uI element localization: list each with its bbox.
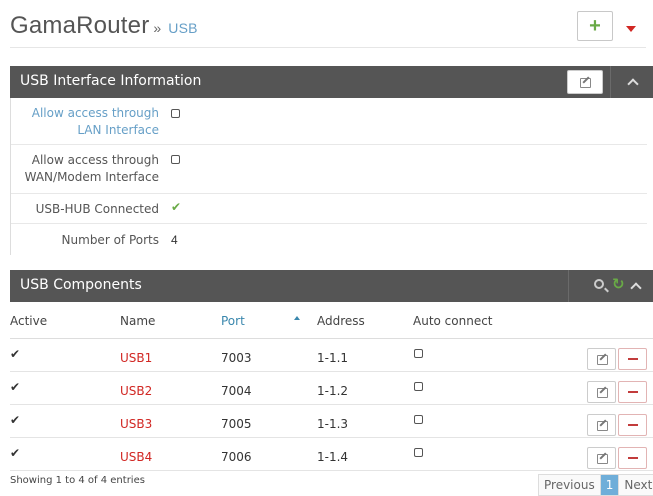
active-check-icon: ✔ (10, 380, 21, 394)
table-row: ✔ USB2 7004 1-1.2 (10, 372, 653, 405)
breadcrumb-separator: » (153, 20, 162, 36)
lan-access-checkbox[interactable] (171, 109, 180, 118)
column-header-port[interactable]: Port (221, 314, 245, 328)
column-header-name[interactable]: Name (120, 314, 155, 328)
plus-icon: + (589, 15, 601, 37)
wan-access-label-line2: WAN/Modem Interface (24, 170, 159, 184)
chevron-up-icon[interactable] (627, 78, 639, 90)
table-row: ✔ USB3 7005 1-1.3 (10, 405, 653, 438)
table-info: Showing 1 to 4 of 4 entries (10, 475, 145, 486)
active-check-icon: ✔ (10, 413, 21, 427)
table-row: ✔ USB1 7003 1-1.1 (10, 339, 653, 372)
edit-button[interactable] (587, 348, 616, 370)
info-panel-body: Allow access through LAN Interface Allow… (10, 98, 647, 255)
row-port: 7003 (221, 351, 252, 365)
app-title: GamaRouter (10, 12, 150, 39)
row-address: 1-1.4 (317, 450, 349, 464)
number-of-ports-value: 4 (171, 233, 178, 247)
search-icon[interactable] (594, 279, 604, 289)
info-panel-header: USB Interface Information (10, 66, 653, 98)
header-divider (568, 270, 569, 302)
row-address: 1-1.3 (317, 417, 349, 431)
row-name[interactable]: USB3 (120, 417, 152, 431)
minus-icon (627, 424, 638, 426)
sort-asc-icon (294, 316, 300, 320)
column-header-address[interactable]: Address (317, 314, 365, 328)
column-header-active[interactable]: Active (10, 314, 47, 328)
pencil-icon (596, 452, 608, 464)
info-row-ports: Number of Ports 4 (11, 224, 647, 255)
chevron-up-icon[interactable] (630, 282, 642, 294)
info-row-wan: Allow access through WAN/Modem Interface (11, 145, 647, 194)
pencil-icon (596, 386, 608, 398)
refresh-icon[interactable]: ↻ (612, 275, 625, 293)
wan-access-label: Allow access through WAN/Modem Interface (25, 152, 159, 186)
delete-button[interactable] (618, 348, 647, 370)
row-name[interactable]: USB4 (120, 450, 152, 464)
breadcrumb-usb: USB (168, 20, 198, 36)
caret-down-icon[interactable] (626, 26, 636, 32)
number-of-ports-label: Number of Ports (61, 233, 159, 247)
row-port: 7006 (221, 450, 252, 464)
row-name[interactable]: USB1 (120, 351, 152, 365)
edit-button[interactable] (587, 381, 616, 403)
row-port: 7004 (221, 384, 252, 398)
auto-connect-checkbox[interactable] (414, 448, 423, 457)
table-row: ✔ USB4 7006 1-1.4 (10, 438, 653, 471)
row-port: 7005 (221, 417, 252, 431)
header-divider (610, 66, 611, 98)
info-row-lan: Allow access through LAN Interface (11, 98, 647, 145)
delete-button[interactable] (618, 414, 647, 436)
usb-hub-label: USB-HUB Connected (35, 202, 159, 216)
page-header: GamaRouter» USB + (10, 6, 646, 48)
row-address: 1-1.1 (317, 351, 349, 365)
column-header-auto-connect[interactable]: Auto connect (413, 314, 493, 328)
usb-hub-check-icon: ✔ (171, 200, 182, 214)
pagination: Previous 1 Next (538, 474, 653, 496)
lan-access-label-line1: Allow access through (31, 106, 159, 120)
pencil-icon (579, 76, 591, 88)
add-button[interactable]: + (577, 11, 613, 41)
row-name[interactable]: USB2 (120, 384, 152, 398)
info-panel-title: USB Interface Information (20, 73, 202, 89)
pagination-previous[interactable]: Previous (539, 475, 601, 495)
page-title: GamaRouter» USB (10, 12, 198, 40)
minus-icon (627, 358, 638, 360)
lan-access-label-line2: LAN Interface (77, 123, 159, 137)
row-address: 1-1.2 (317, 384, 349, 398)
minus-icon (627, 457, 638, 459)
wan-access-checkbox[interactable] (171, 155, 180, 164)
lan-access-label: Allow access through LAN Interface (32, 105, 159, 139)
active-check-icon: ✔ (10, 446, 21, 460)
wan-access-label-line1: Allow access through (31, 153, 159, 167)
pagination-next[interactable]: Next (619, 475, 653, 495)
auto-connect-checkbox[interactable] (414, 415, 423, 424)
pencil-icon (596, 353, 608, 365)
edit-button[interactable] (567, 70, 603, 94)
components-panel-header: USB Components ↻ (10, 270, 653, 302)
auto-connect-checkbox[interactable] (414, 349, 423, 358)
active-check-icon: ✔ (10, 347, 21, 361)
edit-button[interactable] (587, 414, 616, 436)
auto-connect-checkbox[interactable] (414, 382, 423, 391)
pagination-page-1[interactable]: 1 (600, 475, 620, 495)
components-panel-title: USB Components (20, 277, 142, 293)
delete-button[interactable] (618, 447, 647, 469)
info-row-hub: USB-HUB Connected ✔ (11, 194, 647, 224)
delete-button[interactable] (618, 381, 647, 403)
pencil-icon (596, 419, 608, 431)
edit-button[interactable] (587, 447, 616, 469)
minus-icon (627, 391, 638, 393)
